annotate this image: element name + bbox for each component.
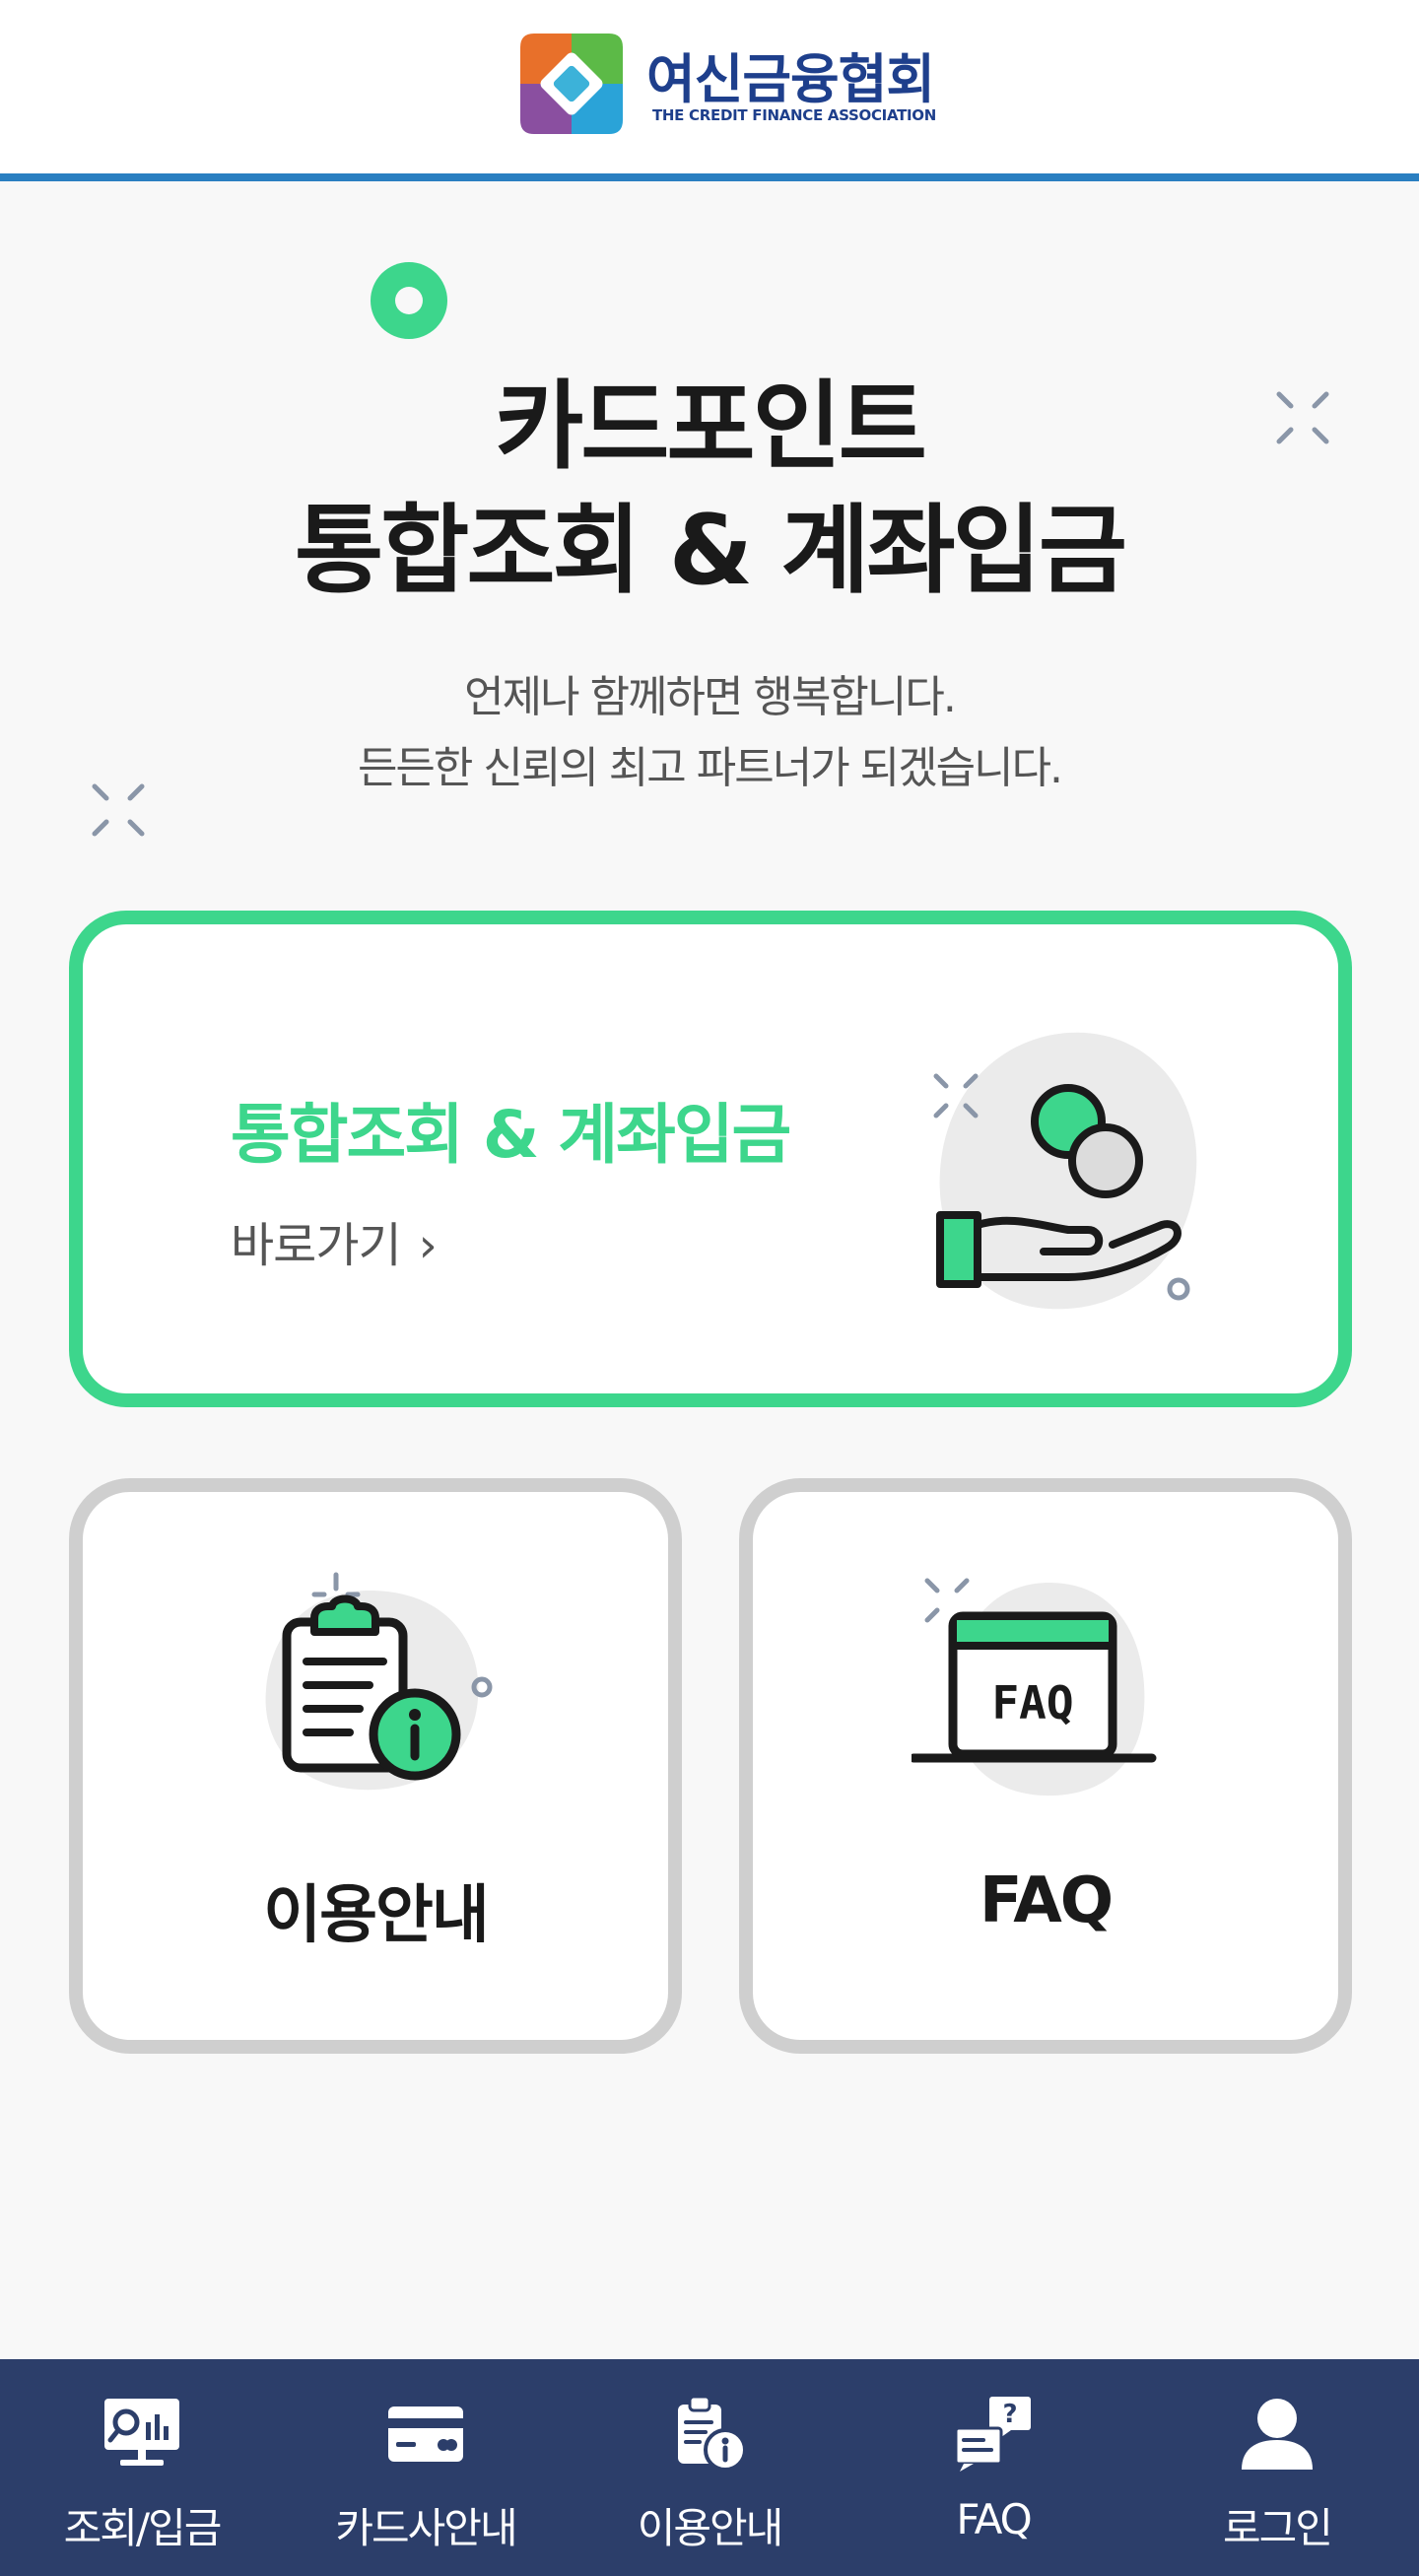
page-title: 카드포인트 통합조회 & 계좌입금 [0,365,1419,613]
faq-card[interactable]: FAQ FAQ [739,1478,1352,2054]
inquiry-deposit-card[interactable]: 통합조회 & 계좌입금 바로가기 › [69,911,1352,1407]
bottom-navigation: 조회/입금 카드사안내 이용안내 ? FAQ 로그인 [0,2359,1419,2576]
monitor-search-icon [104,2399,179,2466]
nav-label-faq: FAQ [956,2495,1032,2543]
card-icon [388,2407,463,2462]
nav-label-usage-guide: 이용안내 [637,2504,784,2552]
user-icon [1242,2399,1313,2470]
ring-decoration-icon [371,262,447,339]
app-header: 여신금융협회 THE CREDIT FINANCE ASSOCIATION [0,0,1419,181]
faq-card-label: FAQ [979,1864,1114,1937]
logo-name-english: THE CREDIT FINANCE ASSOCIATION [652,106,937,124]
logo-name-korean: 여신금융협회 [646,48,935,110]
faq-icon-text: FAQ [991,1676,1073,1729]
nav-item-login[interactable]: 로그인 [1135,2359,1419,2576]
faq-window-icon: FAQ [912,1578,1157,1796]
usage-guide-card-label: 이용안내 [263,1879,490,1952]
nav-item-faq[interactable]: ? FAQ [851,2359,1135,2576]
logo[interactable]: 여신금융협회 THE CREDIT FINANCE ASSOCIATION [520,30,954,138]
nav-label-inquiry-deposit: 조회/입금 [63,2504,223,2552]
chat-question-icon: ? [954,2397,1031,2472]
chevron-right-icon: › [418,1218,438,1273]
nav-label-card-companies: 카드사안내 [335,2504,517,2552]
go-shortcut-link[interactable]: 바로가기 › [231,1206,438,1275]
inquiry-deposit-card-title: 통합조회 & 계좌입금 [231,1097,791,1173]
page-title-line-2: 통합조회 & 계좌입금 [295,495,1127,607]
nav-item-inquiry-deposit[interactable]: 조회/입금 [0,2359,284,2576]
page-title-line-1: 카드포인트 [495,371,927,483]
go-shortcut-label: 바로가기 [231,1218,402,1273]
nav-item-card-companies[interactable]: 카드사안내 [284,2359,568,2576]
page-subtitle: 언제나 함께하면 행복합니다. 든든한 신뢰의 최고 파트너가 되겠습니다. [0,662,1419,804]
coins-hand-icon [933,1032,1197,1310]
nav-item-usage-guide[interactable]: 이용안내 [568,2359,851,2576]
nav-label-login: 로그인 [1223,2504,1333,2552]
clipboard-info-icon [678,2395,747,2472]
page-subtitle-line-2: 든든한 신뢰의 최고 파트너가 되겠습니다. [357,743,1063,793]
logo-mark-icon [520,34,623,134]
page-subtitle-line-1: 언제나 함께하면 행복합니다. [464,672,957,722]
clipboard-info-icon [265,1572,493,1791]
faq-nav-icon-text: ? [1002,2400,1017,2429]
usage-guide-card[interactable]: 이용안내 [69,1478,682,2054]
